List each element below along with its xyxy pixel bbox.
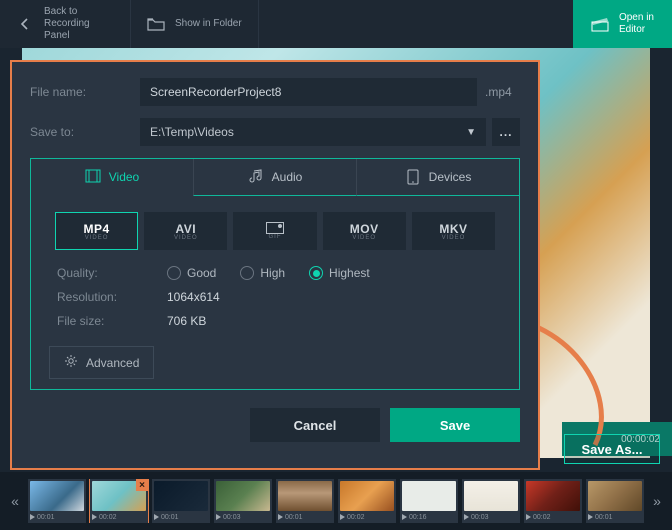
back-label: Back toRecording Panel xyxy=(44,6,114,42)
play-icon xyxy=(30,514,35,520)
thumbnail[interactable]: 00:01 xyxy=(28,479,86,523)
filmstrip-icon xyxy=(85,169,101,185)
gear-icon xyxy=(64,354,78,371)
arrow-left-icon xyxy=(16,15,34,33)
thumbnail[interactable]: 00:03 xyxy=(214,479,272,523)
thumbnail-time: 00:01 xyxy=(37,514,55,521)
saveto-label: Save to: xyxy=(30,125,140,139)
play-icon xyxy=(154,514,159,520)
thumbnail-image xyxy=(30,481,84,511)
filename-label: File name: xyxy=(30,85,140,99)
thumbnail[interactable]: × 00:02 xyxy=(90,479,148,523)
saveto-value: E:\Temp\Videos xyxy=(150,125,234,139)
advanced-button[interactable]: Advanced xyxy=(49,346,154,379)
top-toolbar: Back toRecording Panel Show in Folder Op… xyxy=(0,0,672,48)
thumbnail[interactable]: 00:02 xyxy=(524,479,582,523)
thumbnail-time: 00:01 xyxy=(161,514,179,521)
save-as-button[interactable]: Save As... xyxy=(564,434,660,464)
save-button[interactable]: Save xyxy=(390,408,520,442)
device-icon xyxy=(405,169,421,185)
output-tabs-box: Video Audio Devices MP4VIDEO AVIVIDEO GI… xyxy=(30,158,520,390)
thumbnail-time: 00:16 xyxy=(409,514,427,521)
filesize-value: 706 KB xyxy=(167,314,206,328)
thumbnail[interactable]: 00:16 xyxy=(400,479,458,523)
thumbnail-image xyxy=(216,481,270,511)
thumbnail[interactable]: 00:01 xyxy=(276,479,334,523)
thumbnail-list: 00:01 × 00:02 00:01 00:03 00:01 00:02 00:16 00:0… xyxy=(28,479,644,523)
thumbnail-time: 00:02 xyxy=(533,514,551,521)
format-gif[interactable]: GIF xyxy=(233,212,316,250)
quality-label: Quality: xyxy=(57,266,167,280)
thumbnail-time: 00:02 xyxy=(99,514,117,521)
thumbnail[interactable]: 00:01 xyxy=(586,479,644,523)
open-editor-label: Open inEditor xyxy=(619,12,654,36)
quality-highest-radio[interactable]: Highest xyxy=(309,266,370,280)
back-to-panel-button[interactable]: Back toRecording Panel xyxy=(0,0,131,48)
output-tabs: Video Audio Devices xyxy=(31,159,519,196)
quality-good-radio[interactable]: Good xyxy=(167,266,216,280)
play-icon xyxy=(588,514,593,520)
thumbnail-time: 00:03 xyxy=(471,514,489,521)
chevron-down-icon: ▼ xyxy=(466,127,476,138)
tab-video[interactable]: Video xyxy=(31,159,193,196)
format-mkv[interactable]: MKVVIDEO xyxy=(412,212,495,250)
tab-devices[interactable]: Devices xyxy=(356,159,519,196)
quality-high-radio[interactable]: High xyxy=(240,266,285,280)
play-icon xyxy=(464,514,469,520)
file-extension: .mp4 xyxy=(485,85,520,99)
thumbnail[interactable]: 00:01 xyxy=(152,479,210,523)
thumbnail-time: 00:01 xyxy=(285,514,303,521)
thumbnail-image xyxy=(154,481,208,511)
clapper-icon xyxy=(591,15,609,33)
image-icon xyxy=(266,222,284,234)
play-icon xyxy=(92,514,97,520)
play-icon xyxy=(526,514,531,520)
play-icon xyxy=(402,514,407,520)
filmstrip-next-button[interactable]: » xyxy=(648,479,666,523)
music-note-icon xyxy=(248,169,264,185)
filename-input[interactable] xyxy=(140,78,477,106)
thumbnail-image xyxy=(278,481,332,511)
browse-button[interactable]: ... xyxy=(492,118,520,146)
format-mov[interactable]: MOVVIDEO xyxy=(323,212,406,250)
folder-icon xyxy=(147,15,165,33)
thumbnail-time: 00:01 xyxy=(595,514,613,521)
tab-audio[interactable]: Audio xyxy=(193,159,356,196)
play-icon xyxy=(278,514,283,520)
filesize-label: File size: xyxy=(57,314,167,328)
open-in-editor-button[interactable]: Open inEditor xyxy=(573,0,672,48)
cancel-button[interactable]: Cancel xyxy=(250,408,380,442)
thumbnail-image xyxy=(464,481,518,511)
thumbnail-time: 00:02 xyxy=(347,514,365,521)
thumbnail-time: 00:03 xyxy=(223,514,241,521)
thumbnail-image xyxy=(526,481,580,511)
thumbnail-image xyxy=(588,481,642,511)
thumbnail-close-icon[interactable]: × xyxy=(136,479,148,491)
filmstrip-prev-button[interactable]: « xyxy=(6,479,24,523)
saveto-select[interactable]: E:\Temp\Videos ▼ xyxy=(140,118,486,146)
show-folder-label: Show in Folder xyxy=(175,18,242,30)
play-icon xyxy=(340,514,345,520)
format-row: MP4VIDEO AVIVIDEO GIF MOVVIDEO MKVVIDEO xyxy=(31,196,519,258)
filmstrip: « 00:01×00:0200:0100:0300:0100:0200:1600… xyxy=(0,472,672,530)
show-in-folder-button[interactable]: Show in Folder xyxy=(131,0,259,48)
thumbnail-image xyxy=(340,481,394,511)
resolution-label: Resolution: xyxy=(57,290,167,304)
play-icon xyxy=(216,514,221,520)
thumbnail[interactable]: 00:02 xyxy=(338,479,396,523)
thumbnail-image xyxy=(402,481,456,511)
format-avi[interactable]: AVIVIDEO xyxy=(144,212,227,250)
resolution-value: 1064x614 xyxy=(167,290,220,304)
export-dialog: File name: .mp4 Save to: E:\Temp\Videos … xyxy=(10,60,540,470)
thumbnail[interactable]: 00:03 xyxy=(462,479,520,523)
format-mp4[interactable]: MP4VIDEO xyxy=(55,212,138,250)
